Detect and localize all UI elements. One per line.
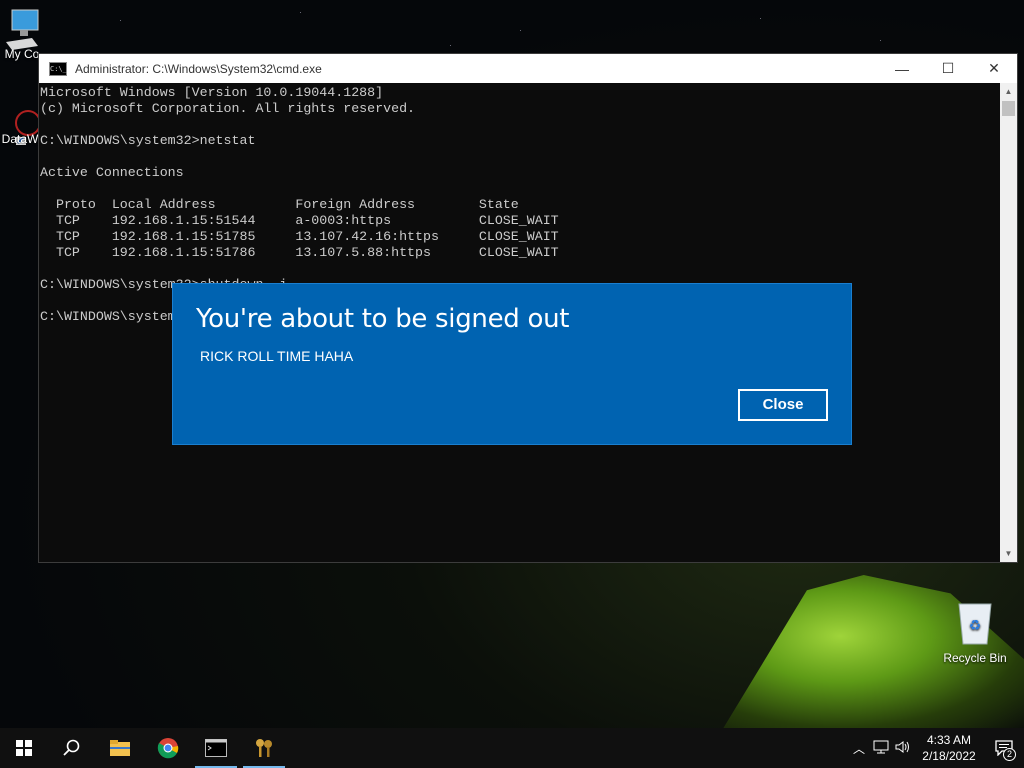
window-title: Administrator: C:\Windows\System32\cmd.e… [75, 61, 322, 76]
chrome-icon [157, 738, 179, 759]
console-line: C:\WINDOWS\system32>netstat [40, 133, 256, 148]
search-icon [63, 739, 80, 756]
dialog-heading: You're about to be signed out [196, 304, 570, 334]
desktop-icon-recycle-bin[interactable]: ♻ Recycle Bin [940, 600, 1010, 665]
sign-out-dialog: You're about to be signed out RICK ROLL … [172, 283, 852, 445]
clock-date: 2/18/2022 [922, 749, 976, 763]
dialog-message: RICK ROLL TIME HAHA [200, 348, 354, 364]
console-line: TCP 192.168.1.15:51786 13.107.5.88:https… [40, 245, 559, 260]
start-icon [16, 740, 32, 756]
network-icon[interactable] [870, 740, 892, 757]
chevron-up-icon[interactable]: ︿ [848, 740, 870, 757]
file-explorer-button[interactable] [96, 728, 144, 768]
recycle-bin-icon: ♻ [958, 603, 992, 645]
file-explorer-icon [110, 740, 130, 756]
console-line: Active Connections [40, 165, 184, 180]
console-line: TCP 192.168.1.15:51544 a-0003:https CLOS… [40, 213, 559, 228]
start-button[interactable] [0, 728, 48, 768]
keys-icon [256, 739, 272, 757]
taskbar: ︿ 4:33 AM 2/18/2022 2 [0, 728, 1024, 768]
cmd-icon [205, 739, 227, 757]
window-titlebar[interactable]: C:\_ Administrator: C:\Windows\System32\… [39, 54, 1017, 83]
scroll-down-arrow-icon[interactable]: ▼ [1000, 545, 1017, 562]
console-line: Microsoft Windows [Version 10.0.19044.12… [40, 85, 384, 100]
search-button[interactable] [48, 728, 96, 768]
clock[interactable]: 4:33 AM 2/18/2022 [914, 732, 984, 764]
maximize-button[interactable]: ☐ [925, 54, 971, 83]
cmd-taskbar-button[interactable] [192, 728, 240, 768]
vertical-scrollbar[interactable]: ▲ ▼ [1000, 83, 1017, 562]
desktop-icon-label: DataW [1, 132, 39, 146]
action-center-button[interactable]: 2 [984, 728, 1024, 768]
notification-count-badge: 2 [1003, 748, 1016, 761]
keys-app-button[interactable] [240, 728, 288, 768]
minimize-button[interactable]: — [879, 54, 925, 83]
svg-text:♻: ♻ [969, 618, 982, 634]
desktop-icon-dataw[interactable]: DataW [0, 105, 41, 146]
console-line: (c) Microsoft Corporation. All rights re… [40, 101, 416, 116]
volume-icon[interactable] [892, 740, 914, 757]
dialog-close-button[interactable]: Close [738, 389, 828, 421]
system-tray: ︿ 4:33 AM 2/18/2022 2 [848, 728, 1024, 768]
scroll-up-arrow-icon[interactable]: ▲ [1000, 83, 1017, 100]
cmd-app-icon: C:\_ [49, 61, 67, 76]
desktop-icon-label: Recycle Bin [943, 651, 1007, 665]
console-line: Proto Local Address Foreign Address Stat… [40, 197, 519, 212]
scroll-thumb[interactable] [1002, 101, 1015, 116]
close-window-button[interactable]: ✕ [971, 54, 1017, 83]
chrome-button[interactable] [144, 728, 192, 768]
clock-time: 4:33 AM [926, 733, 972, 747]
computer-icon [6, 9, 39, 50]
console-line: TCP 192.168.1.15:51785 13.107.42.16:http… [40, 229, 559, 244]
